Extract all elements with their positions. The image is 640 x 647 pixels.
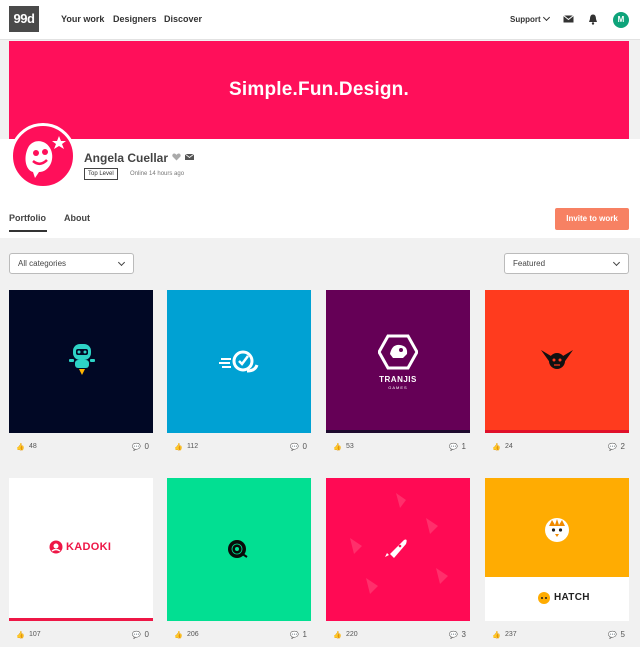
sort-select[interactable]: Featured xyxy=(504,253,629,274)
hatch-wordmark: HATCH xyxy=(554,592,590,603)
portfolio-item[interactable] xyxy=(9,290,153,433)
nav-your-work[interactable]: Your work xyxy=(61,14,104,24)
comment-icon[interactable]: 💬 xyxy=(132,631,141,639)
tab-about[interactable]: About xyxy=(64,213,90,223)
banner-tagline: Simple.Fun.Design. xyxy=(229,79,409,100)
card-color-strip xyxy=(485,618,629,621)
winged-mascot-icon xyxy=(541,350,573,369)
user-avatar[interactable]: M xyxy=(613,12,629,28)
like-count: 53 xyxy=(346,443,354,450)
comment-count: 0 xyxy=(144,442,149,451)
portfolio-item[interactable] xyxy=(167,478,311,621)
checklist-logo-icon xyxy=(219,350,259,373)
card-color-strip xyxy=(167,618,311,621)
portfolio-item[interactable] xyxy=(485,290,629,433)
message-icon[interactable] xyxy=(185,154,194,160)
like-count: 206 xyxy=(187,631,199,638)
support-menu[interactable]: Support xyxy=(510,13,550,24)
thumbs-up-icon[interactable]: 👍 xyxy=(174,443,183,451)
card-stats: 👍 48 💬 0 xyxy=(9,441,153,453)
like-count: 107 xyxy=(29,631,41,638)
hatch-logo-icon xyxy=(538,592,550,604)
card-color-strip xyxy=(9,618,153,621)
online-status: Online 14 hours ago xyxy=(130,171,185,177)
comment-icon[interactable]: 💬 xyxy=(449,631,458,639)
card-stats: 👍 112 💬 0 xyxy=(167,441,311,453)
hexagon-logo-icon xyxy=(378,334,418,370)
designer-name: Angela Cuellar xyxy=(84,151,169,165)
rocket-pattern-icon xyxy=(350,493,448,594)
profile-banner: Simple.Fun.Design. xyxy=(9,41,629,139)
thumbs-up-icon[interactable]: 👍 xyxy=(492,631,501,639)
portfolio-item[interactable] xyxy=(167,290,311,433)
like-count: 24 xyxy=(505,443,513,450)
comment-icon[interactable]: 💬 xyxy=(608,443,617,451)
card-stats: 👍 24 💬 2 xyxy=(485,441,629,453)
ghost-star-icon xyxy=(25,136,66,178)
card-stats: 👍 220 💬 3 xyxy=(326,629,470,641)
chevron-down-icon xyxy=(117,258,126,267)
level-badge: Top Level xyxy=(84,168,118,180)
card-stats: 👍 53 💬 1 xyxy=(326,441,470,453)
sort-select-value: Featured xyxy=(513,259,546,268)
nav-discover[interactable]: Discover xyxy=(164,14,202,24)
kadoki-wordmark: KADOKI xyxy=(66,541,112,553)
vinyl-record-icon xyxy=(228,540,248,558)
comment-count: 5 xyxy=(620,630,625,639)
card-stats: 👍 107 💬 0 xyxy=(9,629,153,641)
thumbs-up-icon[interactable]: 👍 xyxy=(492,443,501,451)
designer-avatar xyxy=(10,123,76,189)
thumbs-up-icon[interactable]: 👍 xyxy=(16,443,25,451)
tranjis-wordmark: TRANJIS xyxy=(379,375,417,384)
comment-icon[interactable]: 💬 xyxy=(290,443,299,451)
comment-count: 0 xyxy=(144,630,149,639)
card-color-strip xyxy=(167,430,311,433)
comment-count: 3 xyxy=(461,630,466,639)
99designs-logo[interactable]: 99d xyxy=(9,6,39,32)
portfolio-item[interactable]: TRANJIS GAMES xyxy=(326,290,470,433)
chevron-down-icon xyxy=(612,258,621,267)
comment-count: 2 xyxy=(620,442,625,451)
comment-icon[interactable]: 💬 xyxy=(608,631,617,639)
comment-icon[interactable]: 💬 xyxy=(132,443,141,451)
comment-count: 1 xyxy=(461,442,466,451)
comment-count: 1 xyxy=(302,630,307,639)
tab-portfolio[interactable]: Portfolio xyxy=(9,213,46,223)
like-count: 237 xyxy=(505,631,517,638)
active-tab-indicator xyxy=(9,230,47,232)
mail-icon[interactable] xyxy=(563,15,574,23)
chevron-down-icon xyxy=(542,13,550,22)
tranjis-subtext: GAMES xyxy=(388,385,408,390)
comment-icon[interactable]: 💬 xyxy=(290,631,299,639)
like-count: 112 xyxy=(187,443,199,450)
card-color-strip xyxy=(9,430,153,433)
card-stats: 👍 237 💬 5 xyxy=(485,629,629,641)
robot-logo-icon xyxy=(69,344,95,375)
thumbs-up-icon[interactable]: 👍 xyxy=(174,631,183,639)
support-label: Support xyxy=(510,15,541,24)
comment-icon[interactable]: 💬 xyxy=(449,443,458,451)
portfolio-item[interactable]: HATCH xyxy=(485,478,629,621)
thumbs-up-icon[interactable]: 👍 xyxy=(333,443,342,451)
category-select[interactable]: All categories xyxy=(9,253,134,274)
category-select-value: All categories xyxy=(18,259,67,268)
portfolio-item[interactable] xyxy=(326,478,470,621)
card-stats: 👍 206 💬 1 xyxy=(167,629,311,641)
thumbs-up-icon[interactable]: 👍 xyxy=(333,631,342,639)
like-count: 220 xyxy=(346,631,358,638)
bell-icon[interactable] xyxy=(588,14,598,25)
thumbs-up-icon[interactable]: 👍 xyxy=(16,631,25,639)
chick-mascot-icon xyxy=(545,518,569,542)
comment-count: 0 xyxy=(302,442,307,451)
like-count: 48 xyxy=(29,443,37,450)
portfolio-item[interactable]: KADOKI xyxy=(9,478,153,621)
card-color-strip xyxy=(485,430,629,433)
card-color-strip xyxy=(326,618,470,621)
heart-icon[interactable] xyxy=(172,153,181,161)
kadoki-mark-icon xyxy=(49,540,63,554)
invite-to-work-button[interactable]: Invite to work xyxy=(555,208,629,230)
nav-designers[interactable]: Designers xyxy=(113,14,157,24)
card-color-strip xyxy=(326,430,470,433)
